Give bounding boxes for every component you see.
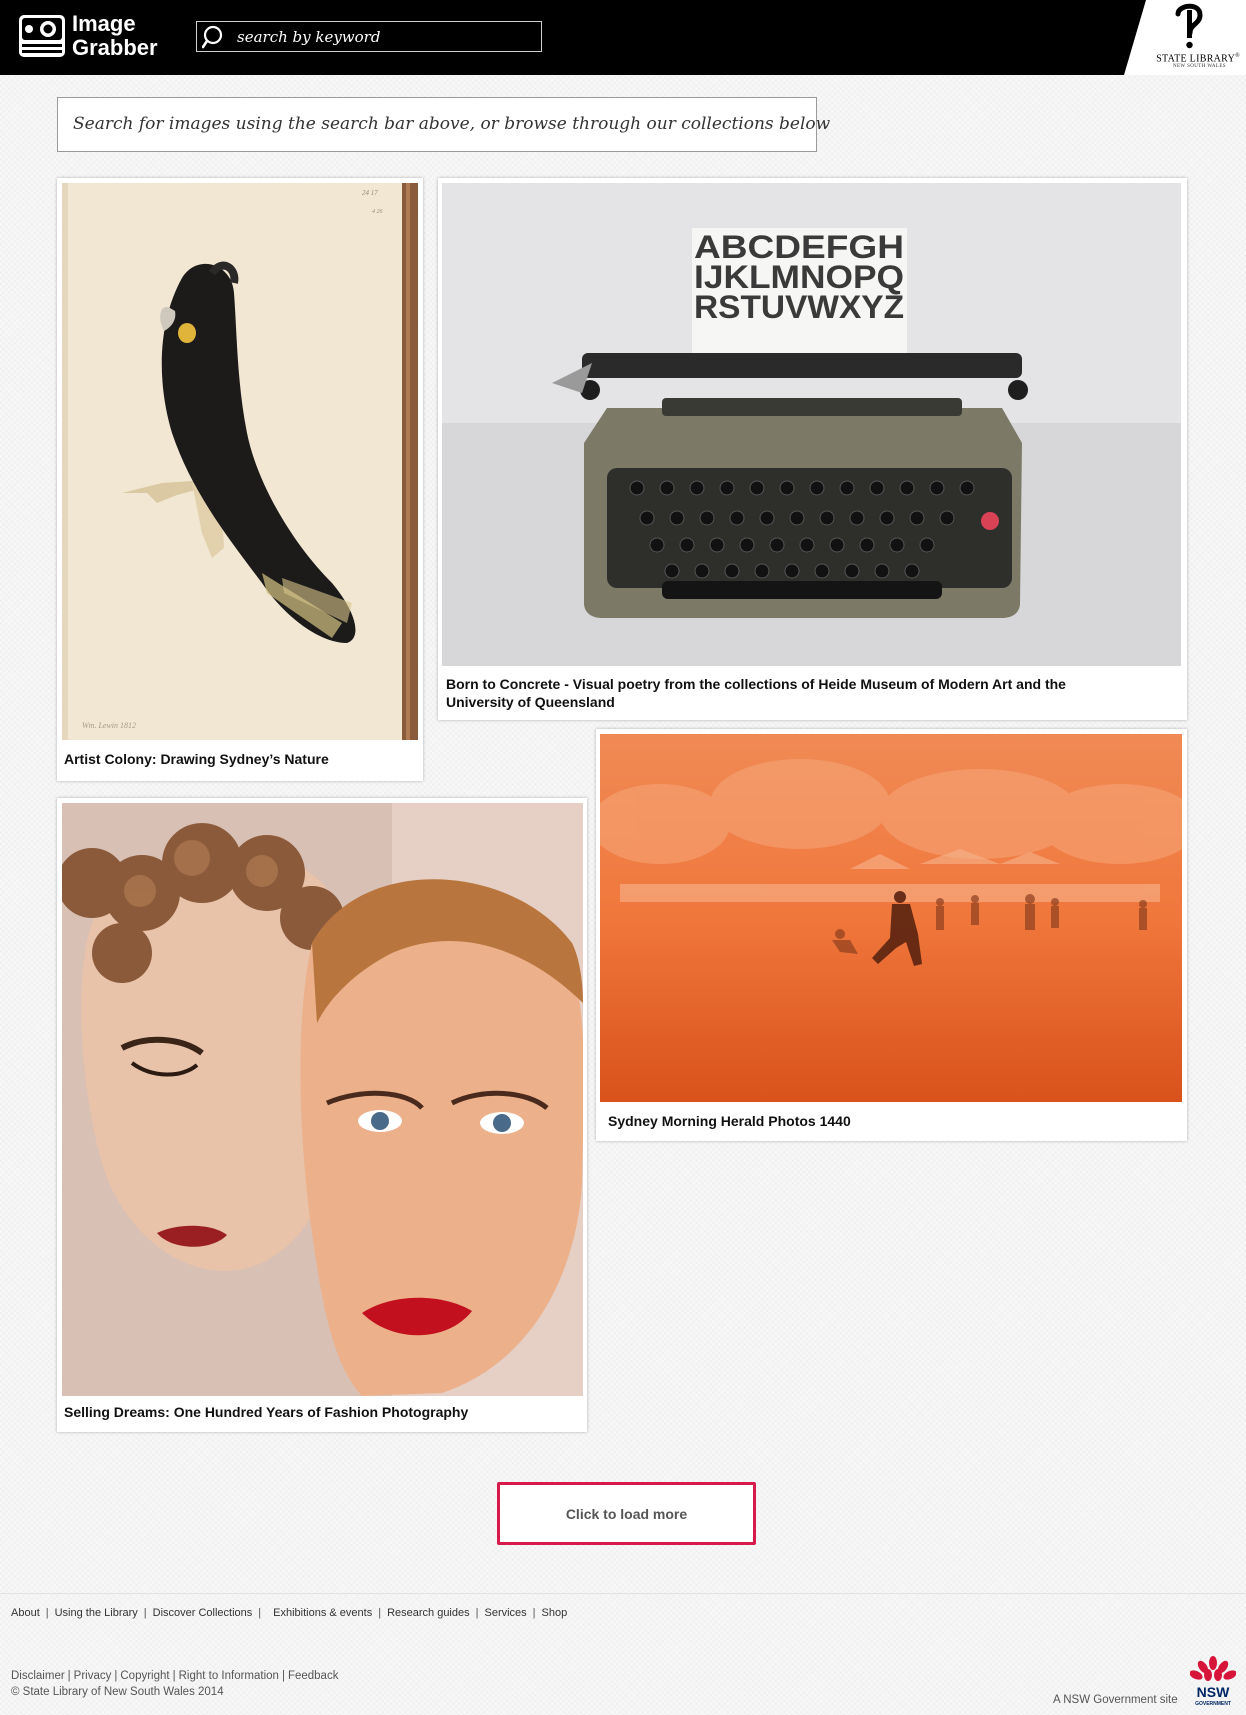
site-header: Image Grabber STATE LIBRARY® NEW SOUTH W…: [0, 0, 1246, 75]
legal-links: Disclaimer | Privacy | Copyright | Right to In…: [11, 1670, 338, 1682]
legal-link-copyright[interactable]: Copyright: [120, 1670, 169, 1682]
footer-link-about[interactable]: About: [11, 1607, 40, 1619]
nsw-government-text: A NSW Government site: [1053, 1694, 1178, 1706]
registered-mark: ®: [1235, 53, 1240, 59]
legal-link-disclaimer[interactable]: Disclaimer: [11, 1670, 65, 1682]
collection-card-born-to-concrete[interactable]: ABCDEFGH IJKLMNOPQ RSTUVWXYZ Born to Con…: [438, 178, 1187, 720]
copyright-text: © State Library of New South Wales 2014: [11, 1686, 224, 1698]
collection-card-artist-colony[interactable]: 24 17 4 26 Wm. Lewin 1812 Artist Colony:…: [57, 178, 423, 781]
separator: |: [114, 1670, 118, 1682]
footer-divider: [0, 1593, 1246, 1594]
nsw-government-logo[interactable]: NSW GOVERNMENT: [1189, 1655, 1237, 1707]
card-title[interactable]: Selling Dreams: One Hundred Years of Fas…: [64, 1403, 574, 1421]
cockatoo-image[interactable]: 24 17 4 26 Wm. Lewin 1812: [62, 183, 418, 740]
separator: |: [532, 1607, 536, 1619]
separator: |: [258, 1607, 262, 1619]
separator: |: [67, 1670, 71, 1682]
logo-line-2: Grabber: [72, 35, 158, 60]
footer-nav: About | Using the Library | Discover Collect…: [11, 1607, 567, 1619]
footer-link-using-library[interactable]: Using the Library: [55, 1607, 138, 1619]
legal-link-privacy[interactable]: Privacy: [74, 1670, 112, 1682]
camera-icon[interactable]: [18, 14, 66, 58]
separator: |: [172, 1670, 176, 1682]
card-title[interactable]: Sydney Morning Herald Photos 1440: [608, 1112, 1168, 1130]
svg-text:24 17: 24 17: [362, 189, 378, 197]
search-bar: [196, 21, 542, 52]
svg-text:4 26: 4 26: [372, 208, 383, 215]
legal-link-feedback[interactable]: Feedback: [288, 1670, 339, 1682]
library-subtitle: NEW SOUTH WALES: [1172, 64, 1226, 69]
load-more-button[interactable]: Click to load more: [497, 1482, 756, 1545]
dust-storm-image[interactable]: [600, 734, 1182, 1102]
library-name: STATE LIBRARY®: [1124, 53, 1246, 64]
card-title[interactable]: Artist Colony: Drawing Sydney’s Nature: [64, 750, 414, 768]
card-title[interactable]: Born to Concrete - Visual poetry from th…: [446, 675, 1136, 711]
footer-link-shop[interactable]: Shop: [542, 1607, 568, 1619]
svg-text:Wm. Lewin 1812: Wm. Lewin 1812: [82, 721, 136, 730]
separator: |: [45, 1607, 49, 1619]
logo-line-1: Image: [72, 11, 136, 36]
state-library-logo[interactable]: STATE LIBRARY® NEW SOUTH WALES: [1124, 0, 1246, 75]
site-logo[interactable]: Image Grabber: [72, 12, 158, 60]
typewriter-image[interactable]: ABCDEFGH IJKLMNOPQ RSTUVWXYZ: [442, 183, 1181, 666]
footer-link-discover-collections[interactable]: Discover Collections: [153, 1607, 253, 1619]
footer-link-exhibitions[interactable]: Exhibitions & events: [273, 1607, 372, 1619]
question-mark-icon: [1172, 2, 1206, 50]
collection-card-smh-photos[interactable]: Sydney Morning Herald Photos 1440: [596, 729, 1187, 1141]
fashion-faces-image[interactable]: [62, 803, 583, 1396]
intro-text: Search for images using the search bar a…: [57, 97, 830, 152]
separator: |: [143, 1607, 147, 1619]
collection-card-selling-dreams[interactable]: Selling Dreams: One Hundred Years of Fas…: [57, 798, 587, 1432]
paper-line-3: RSTUVWXYZ: [694, 289, 904, 325]
search-icon[interactable]: [201, 25, 226, 49]
search-input[interactable]: [237, 26, 527, 48]
legal-link-right-to-information[interactable]: Right to Information: [179, 1670, 279, 1682]
library-name-text: STATE LIBRARY: [1156, 53, 1236, 65]
nsw-logo-subtext: GOVERNMENT: [1195, 1701, 1231, 1707]
footer-link-research-guides[interactable]: Research guides: [387, 1607, 470, 1619]
footer-link-services[interactable]: Services: [484, 1607, 526, 1619]
separator: |: [281, 1670, 285, 1682]
nsw-logo-text: NSW: [1197, 1684, 1230, 1700]
separator: |: [378, 1607, 382, 1619]
separator: |: [475, 1607, 479, 1619]
